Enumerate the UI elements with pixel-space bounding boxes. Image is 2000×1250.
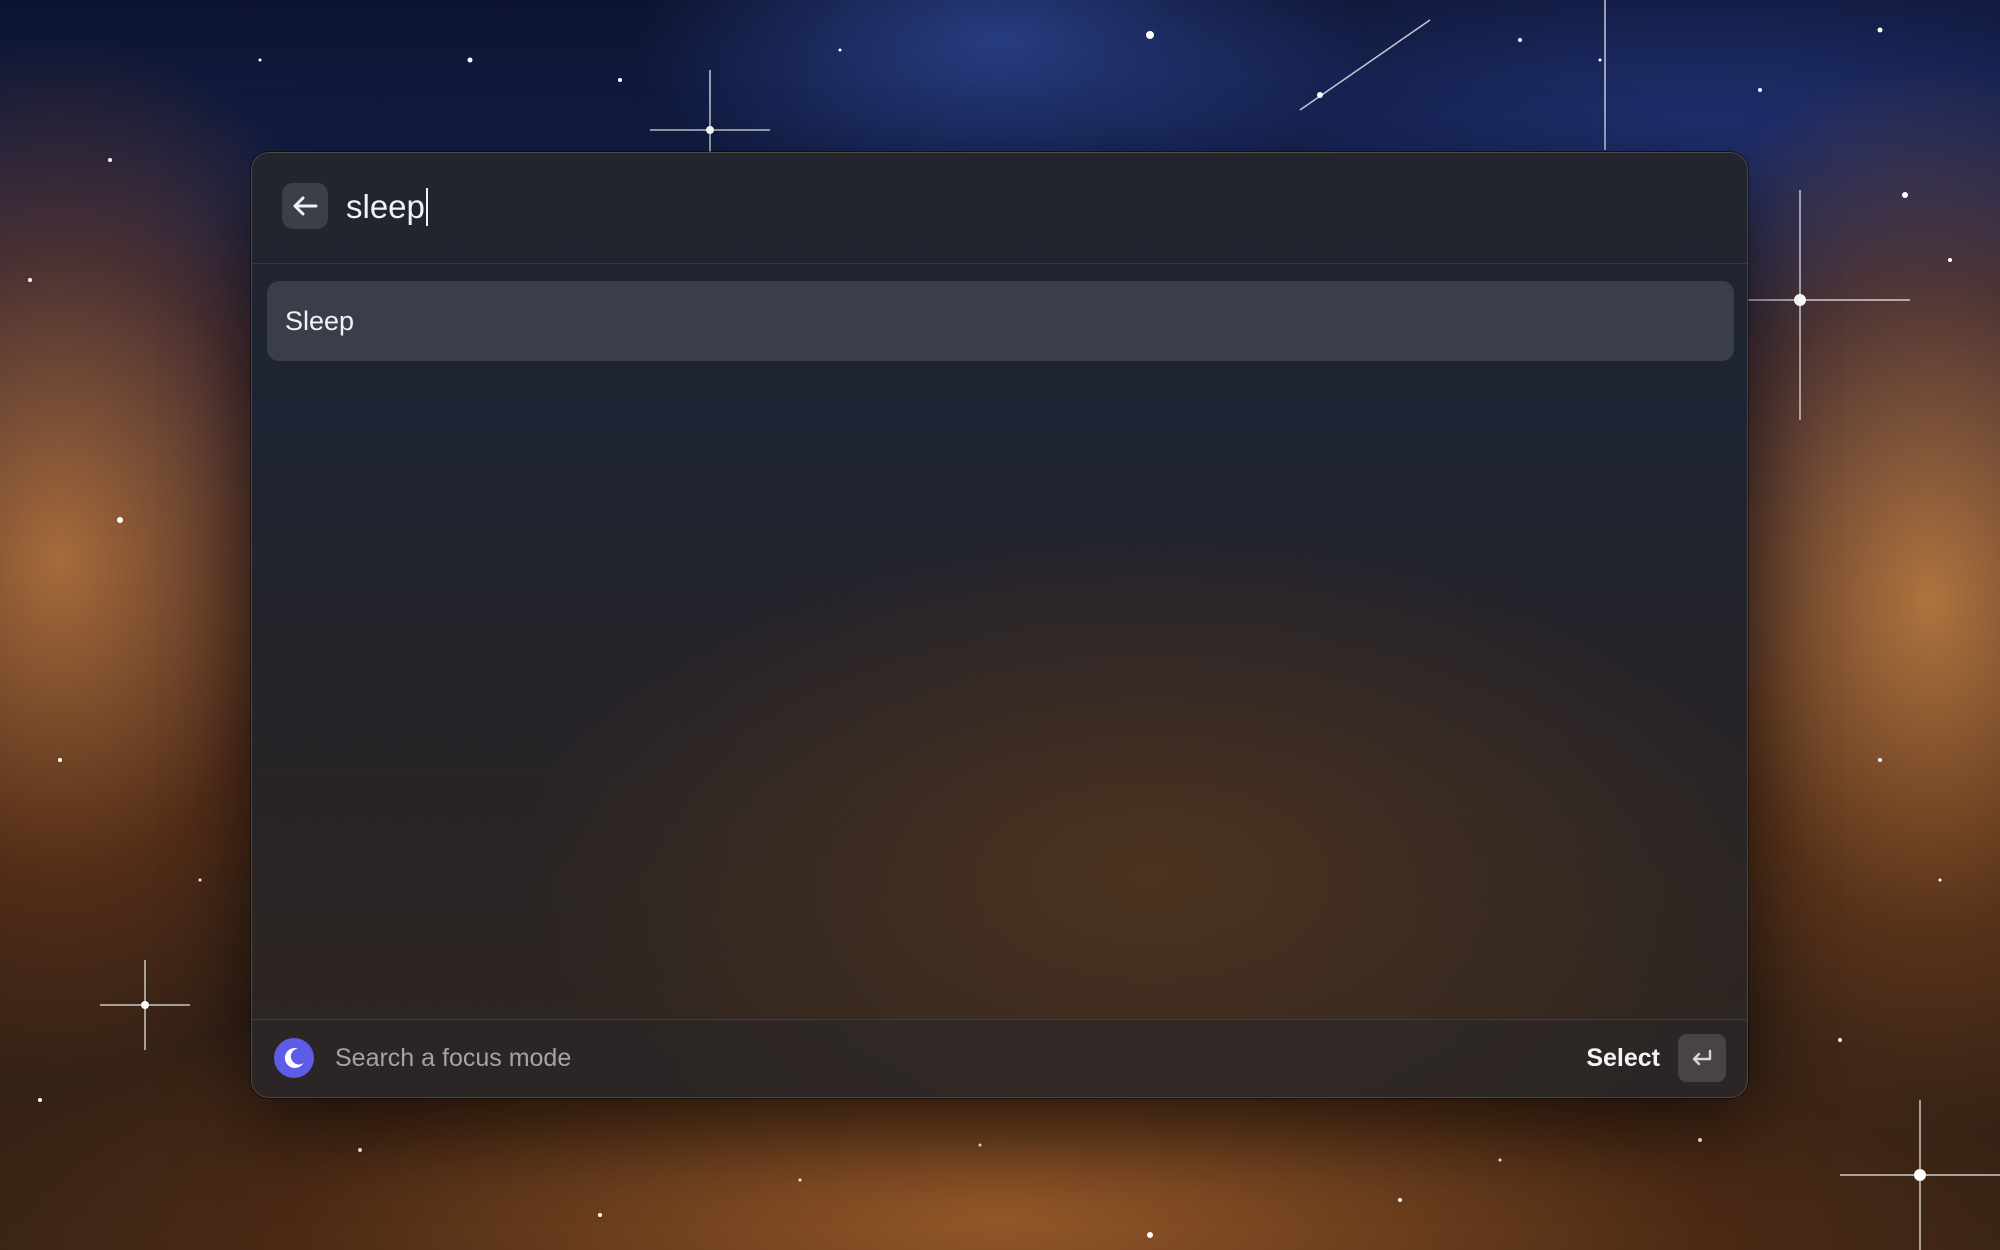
select-action-button[interactable]: Select (1586, 1034, 1726, 1082)
return-key-icon (1678, 1034, 1726, 1082)
moon-icon (284, 1047, 304, 1068)
desktop-wallpaper: sleep Sleep Search a focus mode Select (0, 0, 2000, 1250)
focus-mode-window: sleep Sleep Search a focus mode Select (251, 152, 1748, 1098)
text-caret (425, 188, 428, 226)
search-input[interactable]: sleep (346, 177, 428, 237)
footer-hint: Search a focus mode (335, 1044, 572, 1072)
search-bar: sleep (252, 153, 1747, 264)
select-label: Select (1586, 1043, 1660, 1072)
result-item-sleep[interactable]: Sleep (267, 281, 1734, 361)
result-item-label: Sleep (285, 305, 355, 336)
action-bar: Search a focus mode Select (252, 1019, 1747, 1097)
arrow-left-icon (293, 196, 318, 216)
back-button[interactable] (282, 183, 328, 229)
focus-mode-icon (274, 1038, 314, 1078)
search-input-value: sleep (346, 188, 425, 225)
